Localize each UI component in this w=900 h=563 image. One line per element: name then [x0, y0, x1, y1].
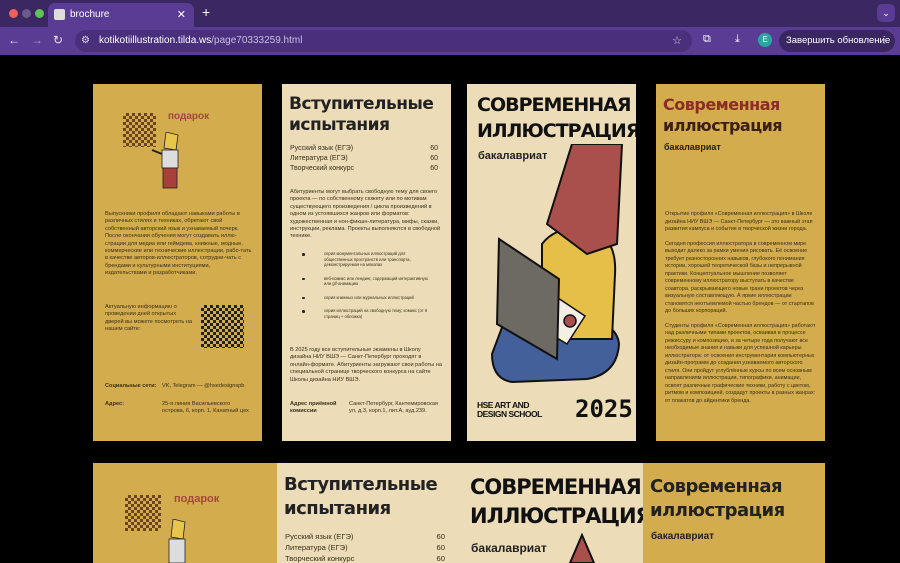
tab-brochure[interactable]: brochure ✕: [48, 3, 194, 27]
about-title: Современная иллюстрация: [663, 95, 783, 135]
exam-row: Русский язык (ЕГЭ) 60: [290, 145, 438, 152]
project-options-list: серия монументальных иллюстраций для общ…: [282, 251, 432, 327]
character-illustration: [168, 519, 186, 563]
brochure-panel-gift: подарок Выпускники профиля обладают навы…: [93, 84, 262, 441]
maximize-window-button[interactable]: [35, 9, 44, 18]
cover-year: 2025: [575, 395, 633, 423]
address-value: 25-я линия Васильевского острова, 6, кор…: [162, 401, 249, 415]
social-value: VK, Telegram — @hsedesignspb: [162, 383, 245, 389]
spread-panel-cover: СОВРЕМЕННАЯ ИЛЛЮСТРАЦИЯ бакалавриат: [460, 463, 643, 563]
tab-search-button[interactable]: ⌄: [877, 4, 895, 22]
cover-illustration: [490, 144, 624, 384]
new-tab-button[interactable]: +: [202, 4, 210, 20]
close-tab-icon[interactable]: ✕: [177, 8, 186, 21]
list-item: серия книжных или журнальных иллюстраций: [282, 295, 432, 301]
exams-title: Вступительные испытания: [289, 94, 434, 135]
admissions-address-value: Санкт-Петербург, Кантемировская ул, д.3,…: [349, 401, 438, 415]
graduates-text: Выпускники профиля обладают навыками раб…: [105, 211, 252, 277]
cover-title: СОВРЕМЕННАЯ ИЛЛЮСТРАЦИЯ: [477, 94, 636, 142]
list-item: серия иллюстраций на свободную тему; ком…: [282, 308, 432, 319]
profile-avatar[interactable]: E: [758, 33, 772, 47]
brochure-panel-about: Современная иллюстрация бакалавриат Откры…: [656, 84, 825, 441]
forward-button[interactable]: →: [31, 33, 43, 47]
url-text: kotikotiillustration.tilda.ws/page703332…: [99, 35, 303, 46]
exam-row: Литература (ЕГЭ) 60: [290, 155, 438, 162]
toolbar: ← → ↻ ⚙ kotikotiillustration.tilda.ws/pa…: [0, 27, 900, 55]
favicon-icon: [54, 9, 65, 20]
spread-panel-about: Современная иллюстрация бакалавриат: [643, 463, 825, 563]
brochure-panel-cover: СОВРЕМЕННАЯ ИЛЛЮСТРАЦИЯ бакалавриат HSE A…: [467, 84, 636, 441]
exams-intro: Абитуриенты могут выбрать свободную тему…: [290, 189, 441, 240]
extensions-icon[interactable]: ⧉: [703, 33, 711, 46]
gift-label: подарок: [174, 493, 220, 505]
cover-illustration: [568, 533, 596, 563]
update-button[interactable]: Завершить обновление ⋮: [779, 30, 895, 52]
download-icon[interactable]: ⤓: [735, 33, 740, 46]
exams-list: Русский язык (ЕГЭ) 60 Литература (ЕГЭ) 60 …: [290, 144, 438, 174]
social-label: Социальные сети:: [105, 383, 157, 389]
brochure-second-spread: подарок Вступительные испытания Русский я…: [93, 463, 825, 563]
close-window-button[interactable]: [9, 9, 18, 18]
about-text: Открытие профиля «Современная иллюстраци…: [665, 211, 816, 404]
open-days-text: Актуальную информацию о проведении дней …: [105, 304, 193, 333]
spread-panel-gift: подарок: [93, 463, 277, 563]
spread-panel-exams: Вступительные испытания Русский язык (ЕГЭ…: [277, 463, 460, 563]
list-item: серия монументальных иллюстраций для общ…: [282, 251, 432, 268]
character-illustration: [151, 132, 179, 189]
bookmark-star-icon[interactable]: ☆: [672, 34, 682, 47]
tab-bar: brochure ✕ + ⌄: [0, 0, 900, 27]
school-logo: HSE ART AND DESIGN SCHOOL: [477, 400, 542, 419]
minimize-window-button[interactable]: [22, 9, 31, 18]
address-bar[interactable]: ⚙ kotikotiillustration.tilda.ws/page7033…: [75, 30, 692, 52]
exam-row: Творческий конкурс 60: [290, 165, 438, 172]
online-exams-text: В 2025 году все вступительные экзамены в…: [290, 347, 442, 383]
admissions-address-label: Адрес приёмной комиссии: [290, 401, 337, 415]
brochure-panel-exams: Вступительные испытания Русский язык (ЕГЭ…: [282, 84, 451, 441]
gift-label: подарок: [168, 111, 210, 122]
site-settings-icon[interactable]: ⚙: [81, 35, 90, 46]
address-label: Адрес:: [105, 401, 125, 407]
about-subtitle: бакалавриат: [664, 142, 721, 152]
more-menu-icon: ⋮: [879, 35, 890, 46]
website-qr-code[interactable]: [201, 305, 244, 348]
back-button[interactable]: ←: [8, 33, 20, 47]
reload-button[interactable]: ↻: [53, 33, 63, 47]
list-item: веб-комикс или лендинг, содержащий интер…: [282, 276, 432, 287]
tab-title: brochure: [70, 9, 110, 20]
